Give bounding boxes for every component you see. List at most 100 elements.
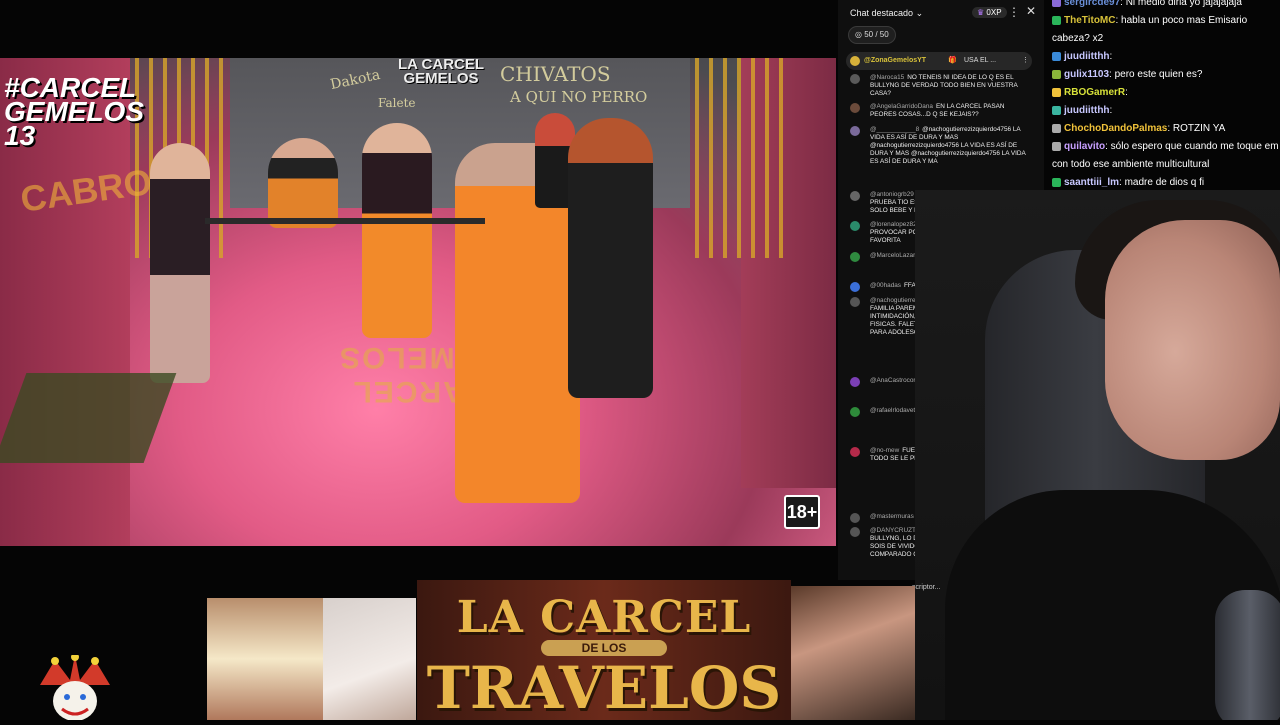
overlay-chat-line: juudiitthh: <box>1052 102 1112 120</box>
badge-icon <box>1052 123 1061 133</box>
message-user: @DANYCRUZTF <box>870 527 920 534</box>
pinned-text: USA EL ... <box>964 57 997 64</box>
pinned-menu-icon[interactable]: ⋮ <box>1022 52 1029 70</box>
message-user: @AngelaGarridoDana <box>870 103 933 110</box>
xp-label: 0XP <box>986 8 1002 17</box>
overlay-chat-user: saanttiii_lm <box>1064 177 1120 188</box>
reaction-thumbnail-3 <box>791 586 915 720</box>
show-title-banner: LA CARCEL DE LOS TRAVELOS <box>417 580 791 722</box>
overlay-chat-text: : <box>1109 51 1113 62</box>
goal-progress[interactable]: ◎ 50 / 50 <box>848 26 896 44</box>
webcam-feed <box>915 190 1280 720</box>
overlay-chat-text: con todo ese ambiente multicultural <box>1052 159 1210 170</box>
avatar <box>850 513 860 523</box>
overlay-chat-text: : <box>1109 105 1113 116</box>
limbo-bar <box>205 218 485 224</box>
overlay-chat-line: gulix1103: pero este quien es? <box>1052 66 1202 84</box>
avatar <box>850 56 860 66</box>
graffiti-aqui-no-perro: A QUI NO PERRO <box>510 88 648 106</box>
age-rating-badge: 18+ <box>784 495 820 529</box>
overlay-chat-line: ChochoDandoPalmas: ROTZIN YA <box>1052 120 1225 138</box>
grass-mat <box>0 373 177 463</box>
overlay-chat-user: RBOGamerR <box>1064 87 1126 98</box>
crown-icon: ♛ <box>977 8 985 17</box>
jester-emote <box>30 653 120 721</box>
overlay-chat-text: : Ni medio diria yo jajajajaja <box>1120 0 1242 8</box>
graffiti-falete: Falete <box>378 96 416 110</box>
badge-icon <box>1052 141 1061 151</box>
goal-ring-icon: ◎ <box>855 30 862 39</box>
more-options-icon[interactable]: ⋮ <box>1008 5 1020 19</box>
graffiti-chivatos: CHIVATOS <box>500 62 611 86</box>
avatar <box>850 103 860 113</box>
hashtag-overlay: #CARCEL GEMELOS 13 <box>4 72 145 151</box>
gift-icon: 🎁 <box>948 57 957 64</box>
overlay-chat-text: : sólo espero que cuando me toque em <box>1105 141 1279 152</box>
show-logo: LA CARCEL GEMELOS <box>397 58 485 87</box>
overlay-chat-line: quilavito: sólo espero que cuando me toq… <box>1052 138 1279 156</box>
person-center <box>362 123 432 338</box>
microphone <box>1215 590 1280 720</box>
avatar <box>850 282 860 292</box>
person-left <box>150 143 210 383</box>
video-player[interactable]: CHIVATOS A QUI NO PERRO Dakota Falete CA… <box>0 58 836 546</box>
overlay-chat-user: sergircde97 <box>1064 0 1121 8</box>
overlay-chat-text: cabeza? x2 <box>1052 33 1104 44</box>
person-wig <box>568 118 653 398</box>
avatar <box>850 221 860 231</box>
badge-icon <box>1052 69 1061 79</box>
overlay-chat-line: cabeza? x2 <box>1052 30 1103 48</box>
chevron-down-icon: ⌄ <box>915 8 924 18</box>
avatar <box>850 377 860 387</box>
overlay-chat-line: sergircde97: Ni medio diria yo jajajajaj… <box>1052 0 1242 12</box>
chat-header: Chat destacado ⌄ ♛ 0XP ⋮ ✕ <box>838 0 1044 26</box>
avatar <box>850 74 860 84</box>
overlay-chat-text: : <box>1125 87 1128 98</box>
avatar <box>850 191 860 201</box>
badge-icon <box>1052 0 1061 7</box>
streamer-face <box>1105 220 1280 460</box>
reaction-thumbnail-1 <box>207 598 323 720</box>
message-user: @Naroca15 <box>870 74 905 81</box>
goal-label: 50 / 50 <box>864 30 889 39</box>
overlay-chat-user: juudiitthh <box>1064 105 1110 116</box>
overlay-chat-user: TheTitoMC <box>1064 15 1116 26</box>
chat-title: Chat destacado <box>850 8 914 18</box>
message-user: @___________8 <box>870 126 920 133</box>
overlay-chat-text: : pero este quien es? <box>1109 69 1203 80</box>
xp-counter[interactable]: ♛ 0XP <box>972 7 1007 18</box>
badge-icon <box>1052 87 1061 97</box>
banner-title-bottom: TRAVELOS <box>426 654 782 722</box>
avatar <box>850 297 860 307</box>
banner-title-top: LA CARCEL <box>456 592 752 643</box>
message-body: @AngelaGarridoDana EN LA CARCEL PASAN PEO… <box>870 103 1030 119</box>
overlay-chat-user: juudiitthh <box>1064 51 1110 62</box>
overlay-chat-text: : madre de dios q fi <box>1119 177 1205 188</box>
avatar <box>850 527 860 537</box>
badge-icon <box>1052 177 1061 187</box>
overlay-chat-text: : habla un poco mas Emisario <box>1115 15 1248 26</box>
overlay-chat-user: gulix1103 <box>1064 69 1110 80</box>
message-user: @mastermuras <box>870 513 914 520</box>
overlay-chat-line: TheTitoMC: habla un poco mas Emisario <box>1052 12 1247 30</box>
overlay-chat-user: ChochoDandoPalmas <box>1064 123 1168 134</box>
badge-icon <box>1052 105 1061 115</box>
cell-bars-right <box>695 58 790 258</box>
subscriber-hint: scriptor... <box>912 584 941 591</box>
message-user: @antoniogrb29 <box>870 191 914 198</box>
avatar <box>850 447 860 457</box>
pinned-user: @ZonaGemelosYT <box>864 57 927 64</box>
chat-mode-dropdown[interactable]: Chat destacado ⌄ <box>850 8 923 19</box>
avatar <box>850 252 860 262</box>
pinned-message[interactable]: @ZonaGemelosYT 🎁 USA EL ... ⋮ <box>846 52 1032 70</box>
reaction-thumbnail-2 <box>323 598 416 720</box>
overlay-chat-line: RBOGamerR: <box>1052 84 1128 102</box>
overlay-chat-line: juudiitthh: <box>1052 48 1112 66</box>
badge-icon <box>1052 51 1061 61</box>
message-body: @Naroca15 NO TENEIS NI IDEA DE LO Q ES EL… <box>870 74 1030 98</box>
close-icon[interactable]: ✕ <box>1026 4 1036 18</box>
overlay-chat-user: quilavito <box>1064 141 1106 152</box>
message-body: @___________8 @nachogutierrezizquierdo475… <box>870 126 1030 166</box>
person-sitting <box>268 138 338 228</box>
message-user: @no-mew <box>870 447 900 454</box>
